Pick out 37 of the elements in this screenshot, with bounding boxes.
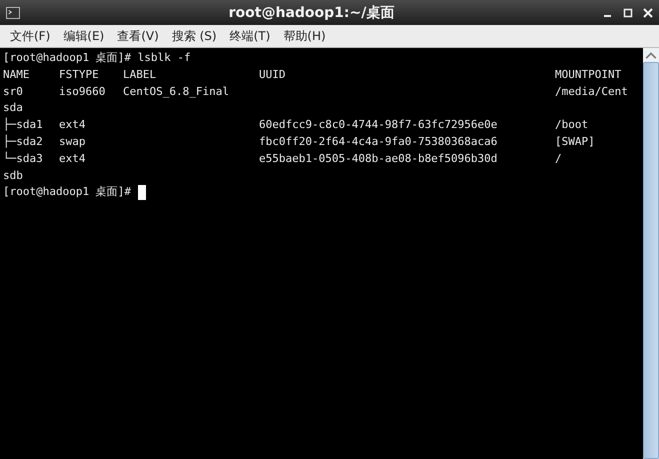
close-icon[interactable]	[643, 8, 653, 18]
command-line: [root@hadoop1 桌面]# lsblk -f	[3, 50, 192, 66]
output-cell-text: sda	[3, 100, 24, 116]
column-header: FSTYPE	[59, 66, 100, 83]
output-cell-text: ext4	[59, 117, 86, 134]
window-title: root@hadoop1:~/桌面	[228, 4, 396, 22]
output-cell-text: ├─sda1	[3, 117, 44, 134]
output-cell-text: swap	[59, 134, 86, 150]
output-cell-text: CentOS_6.8_Final	[123, 84, 230, 100]
output-cell-text: ext4	[59, 150, 86, 167]
menu-item[interactable]: 文件(F)	[10, 28, 50, 44]
output-cell-text: /	[555, 150, 563, 167]
output-cell-text: ├─sda2	[3, 134, 44, 150]
output-cell-text: /boot	[555, 117, 590, 134]
output-cell-text: sdb	[3, 168, 24, 184]
output-cell-text: /media/Cent	[555, 84, 629, 100]
prompt: [root@hadoop1 桌面]#	[3, 184, 131, 200]
menu-item[interactable]: 搜索 (S)	[172, 28, 217, 44]
maximize-icon[interactable]	[623, 8, 633, 18]
output-cell-text: └─sda3	[3, 150, 44, 167]
output-cell-text: 60edfcc9-c8c0-4744-98f7-63fc72956e0e	[259, 117, 498, 134]
terminal-icon	[6, 6, 20, 18]
output-cell-text: sr0	[3, 84, 24, 100]
menu-item[interactable]: 终端(T)	[230, 28, 270, 44]
output-cell-text: iso9660	[59, 84, 106, 100]
column-header: NAME	[3, 66, 30, 83]
column-header: MOUNTPOINT	[555, 66, 622, 83]
scroll-up-icon[interactable]	[643, 48, 659, 62]
output-cell-text: fbc0ff20-2f64-4c4a-9fa0-75380368aca6	[259, 134, 498, 150]
output-cell-text: e55baeb1-0505-408b-ae08-b8ef5096b30d	[259, 150, 498, 167]
output-cell-text: [SWAP]	[555, 134, 596, 150]
menu-item[interactable]: 帮助(H)	[283, 28, 326, 44]
menu-item[interactable]: 查看(V)	[117, 28, 159, 44]
cursor	[138, 185, 146, 200]
column-header: LABEL	[123, 66, 158, 83]
column-header: UUID	[259, 66, 286, 83]
menu-item[interactable]: 编辑(E)	[63, 28, 104, 44]
